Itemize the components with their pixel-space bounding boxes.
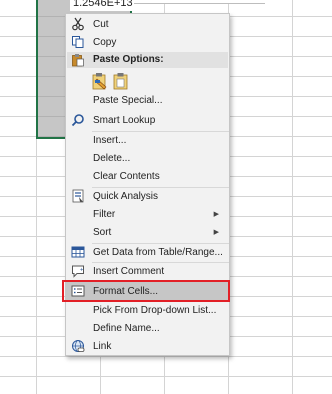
menu-item-label: Insert Comment <box>93 266 165 277</box>
menu-item-label: Get Data from Table/Range... <box>93 247 223 258</box>
menu-item-quick-analysis[interactable]: Quick Analysis <box>66 187 229 206</box>
menu-item-cut[interactable]: Cut <box>66 15 229 34</box>
search-icon <box>71 114 84 127</box>
cell-edge <box>130 0 265 4</box>
menu-item-delete[interactable]: Delete... <box>66 149 229 168</box>
paste-values-icon[interactable] <box>113 72 129 90</box>
menu-item-get-data[interactable]: Get Data from Table/Range... <box>66 243 229 262</box>
copy-icon <box>72 36 84 48</box>
menu-item-label: Define Name... <box>93 323 160 334</box>
table-icon <box>71 246 85 258</box>
menu-item-label: Paste Special... <box>93 95 163 106</box>
scissors-icon <box>72 17 84 31</box>
menu-item-clear-contents[interactable]: Clear Contents <box>66 167 229 186</box>
quick-analysis-icon <box>72 189 84 203</box>
menu-item-label: Filter <box>93 209 116 220</box>
paste-icon <box>72 54 84 67</box>
menu-item-label: Pick From Drop-down List... <box>93 305 217 316</box>
comment-icon: + <box>72 265 84 278</box>
menu-item-label: Insert... <box>93 135 127 146</box>
menu-item-paste-special[interactable]: Paste Special... <box>66 91 229 110</box>
context-menu: Cut Copy Paste Options: Paste Special... <box>65 13 230 356</box>
menu-item-filter[interactable]: Filter ▶ <box>66 205 229 224</box>
menu-item-label: Copy <box>93 37 117 48</box>
submenu-arrow-icon: ▶ <box>213 229 219 236</box>
menu-item-pick-dropdown[interactable]: Pick From Drop-down List... <box>66 301 229 320</box>
paste-formatting-icon[interactable] <box>92 72 108 90</box>
menu-item-link[interactable]: Link <box>66 337 229 356</box>
svg-text:+: + <box>80 268 84 274</box>
menu-item-sort[interactable]: Sort ▶ <box>66 223 229 242</box>
menu-item-label: Link <box>93 341 112 352</box>
format-cells-highlight-box <box>62 280 230 302</box>
menu-item-define-name[interactable]: Define Name... <box>66 319 229 338</box>
menu-item-label: Delete... <box>93 153 131 164</box>
submenu-arrow-icon: ▶ <box>213 211 219 218</box>
menu-item-insert[interactable]: Insert... <box>66 131 229 150</box>
menu-item-label: Clear Contents <box>93 171 160 182</box>
link-icon <box>72 340 85 352</box>
menu-item-copy[interactable]: Copy <box>66 33 229 52</box>
menu-item-insert-comment[interactable]: + Insert Comment <box>66 262 229 281</box>
menu-item-smart-lookup[interactable]: Smart Lookup <box>66 111 229 130</box>
paste-options-header: Paste Options: <box>67 52 228 68</box>
menu-item-label: Cut <box>93 19 109 30</box>
menu-item-label: Smart Lookup <box>93 115 156 126</box>
menu-item-label: Sort <box>93 227 112 238</box>
menu-item-label: Quick Analysis <box>93 191 159 202</box>
paste-options-label: Paste Options: <box>93 54 164 65</box>
cell-value[interactable]: 1.2546E+13 <box>70 0 134 11</box>
